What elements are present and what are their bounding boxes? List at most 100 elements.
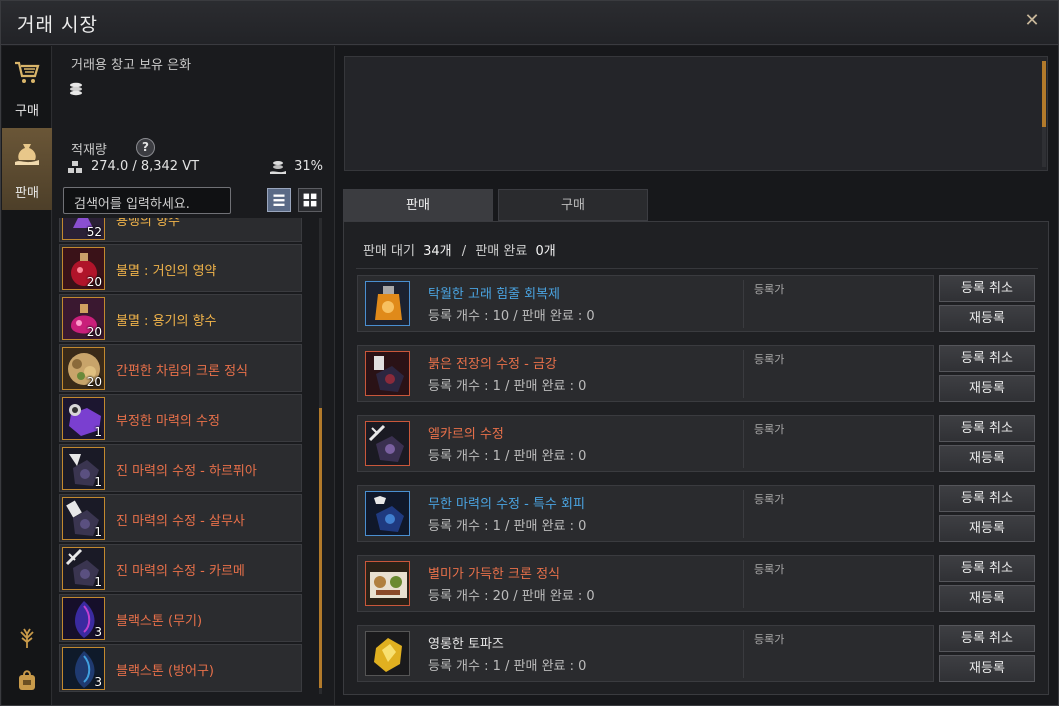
help-icon[interactable]: ? [136,138,155,157]
cancel-listing-button[interactable]: 등록 취소 [939,625,1035,652]
inventory-item-row[interactable]: 20 간편한 차림의 크론 정식 [59,344,302,392]
relist-button[interactable]: 재등록 [939,445,1035,472]
trade-market-window: 거래 시장 ✕ 구매 판매 거래용 창고 보유 은화 적재량 ? 274.0 /… [0,0,1059,706]
rail-buy-tab[interactable]: 구매 [2,46,52,128]
item-quantity: 1 [94,425,102,439]
item-quantity: 1 [94,525,102,539]
inventory-item-row[interactable]: 1 진 마력의 수정 - 살무사 [59,494,302,542]
sale-price-label: 등록가 [754,423,785,436]
sale-item-info: 등록 개수 : 1 / 판매 완료 : 0 [428,379,587,394]
pending-value: 34개 [423,244,452,259]
sale-listing-row: 엘카르의 수정 등록 개수 : 1 / 판매 완료 : 0 등록가 [357,415,934,472]
cancel-listing-button[interactable]: 등록 취소 [939,275,1035,302]
sale-item-name: 붉은 전장의 수정 - 금강 [428,357,557,372]
sale-item-name: 탁월한 고래 힘줄 회복제 [428,287,560,302]
item-icon: 20 [62,297,105,340]
inventory-item-row[interactable]: 3 블랙스톤 (무기) [59,594,302,642]
sale-price-label: 등록가 [754,353,785,366]
search-input[interactable]: 검색어를 입력하세요. [63,187,231,214]
grid-icon [303,193,317,207]
sales-content: 판매 대기 34개 / 판매 완료 0개 탁월한 고래 힘줄 회복제등록 개수 … [343,221,1049,695]
item-name: 진 마력의 수정 - 살무사 [116,514,245,529]
inventory-item-row[interactable]: 20 불멸 : 거인의 영약 [59,244,302,292]
sale-divider [743,490,744,538]
weight-value: 274.0 / 8,342 VT [91,159,200,174]
inventory-item-row[interactable]: 1 진 마력의 수정 - 카르메 [59,544,302,592]
item-quantity: 1 [94,575,102,589]
item-icon: 1 [62,447,105,490]
weight-percent: 31% [294,159,323,174]
weight-row: 274.0 / 8,342 VT 31% [67,159,323,177]
cancel-listing-button[interactable]: 등록 취소 [939,345,1035,372]
silver-stack-icon [270,161,286,174]
relist-button[interactable]: 재등록 [939,375,1035,402]
grid-view-button[interactable] [298,188,322,212]
inventory-scrollbar[interactable] [319,218,322,694]
item-name: 진 마력의 수정 - 하르퓌아 [116,464,257,479]
sale-price-label: 등록가 [754,283,785,296]
sale-item-name: 영롱한 토파즈 [428,637,504,652]
money-bag-icon [15,144,39,165]
item-name: 용맹의 향수 [116,218,180,229]
inventory-item-row[interactable]: 1 진 마력의 수정 - 하르퓌아 [59,444,302,492]
item-quantity: 1 [94,475,102,489]
relist-button[interactable]: 재등록 [939,515,1035,542]
sale-item-info: 등록 개수 : 1 / 판매 완료 : 0 [428,519,587,534]
sale-item-icon [365,281,410,326]
item-quantity: 20 [86,275,102,289]
sale-listing-row: 무한 마력의 수정 - 특수 회피 등록 개수 : 1 / 판매 완료 : 0 등록… [357,485,934,542]
currency-label: 거래용 창고 보유 은화 [71,58,192,73]
sale-divider [743,630,744,678]
item-name: 불멸 : 용기의 향수 [116,314,217,329]
item-name: 불멸 : 거인의 영약 [116,264,217,279]
done-value: 0개 [535,244,556,259]
tree-icon[interactable] [15,626,39,650]
rail-sell-label: 판매 [15,186,39,201]
backpack-icon[interactable] [15,668,39,692]
tab-buy[interactable]: 구매 [498,189,648,221]
close-icon[interactable]: ✕ [1022,11,1042,31]
sale-item-info: 등록 개수 : 10 / 판매 완료 : 0 [428,309,595,324]
message-box [344,56,1048,171]
item-quantity: 3 [94,625,102,639]
inventory-item-row[interactable]: 52 용맹의 향수 [59,218,302,242]
inventory-scroll-thumb[interactable] [319,408,322,688]
sale-divider [743,560,744,608]
sale-item-info: 등록 개수 : 20 / 판매 완료 : 0 [428,589,595,604]
status-separator: / [461,244,467,259]
relist-button[interactable]: 재등록 [939,305,1035,332]
weight-label: 적재량 [71,143,107,158]
inventory-item-row[interactable]: 3 블랙스톤 (방어구) [59,644,302,692]
relist-button[interactable]: 재등록 [939,655,1035,682]
item-icon: 1 [62,547,105,590]
sale-item-icon [365,631,410,676]
silver-coin-icon [70,82,82,96]
relist-button[interactable]: 재등록 [939,585,1035,612]
cancel-listing-button[interactable]: 등록 취소 [939,415,1035,442]
sale-listing-row: 별미가 가득한 크론 정식 등록 개수 : 20 / 판매 완료 : 0 등록가 [357,555,934,612]
window-title: 거래 시장 [17,14,98,36]
inventory-item-row[interactable]: 1 부정한 마력의 수정 [59,394,302,442]
inventory-item-row[interactable]: 20 불멸 : 용기의 향수 [59,294,302,342]
inventory-panel: 거래용 창고 보유 은화 적재량 ? 274.0 / 8,342 VT 31% … [53,46,334,705]
item-icon: 20 [62,247,105,290]
sale-divider [743,350,744,398]
inventory-list: 52 용맹의 향수 20 불멸 : 거인의 영약 20 불멸 : 용기의 향수 20 간편한 … [59,218,327,694]
item-icon: 3 [62,647,105,690]
tab-sell[interactable]: 판매 [343,189,493,221]
cancel-listing-button[interactable]: 등록 취소 [939,485,1035,512]
sales-panel: 판매 구매 판매 대기 34개 / 판매 완료 0개 탁월한 고래 힘줄 회복제… [334,46,1058,705]
message-scroll-thumb[interactable] [1042,61,1046,127]
sale-item-icon [365,561,410,606]
cart-icon [15,61,40,83]
rail-sell-tab[interactable]: 판매 [2,128,52,210]
sale-item-icon [365,491,410,536]
pending-label: 판매 대기 [363,244,415,259]
item-icon: 20 [62,347,105,390]
sales-status: 판매 대기 34개 / 판매 완료 0개 [363,240,562,259]
item-quantity: 52 [86,225,102,239]
sale-listing-row: 영롱한 토파즈 등록 개수 : 1 / 판매 완료 : 0 등록가 [357,625,934,682]
list-view-button[interactable] [267,188,291,212]
done-label: 판매 완료 [475,244,528,259]
cancel-listing-button[interactable]: 등록 취소 [939,555,1035,582]
